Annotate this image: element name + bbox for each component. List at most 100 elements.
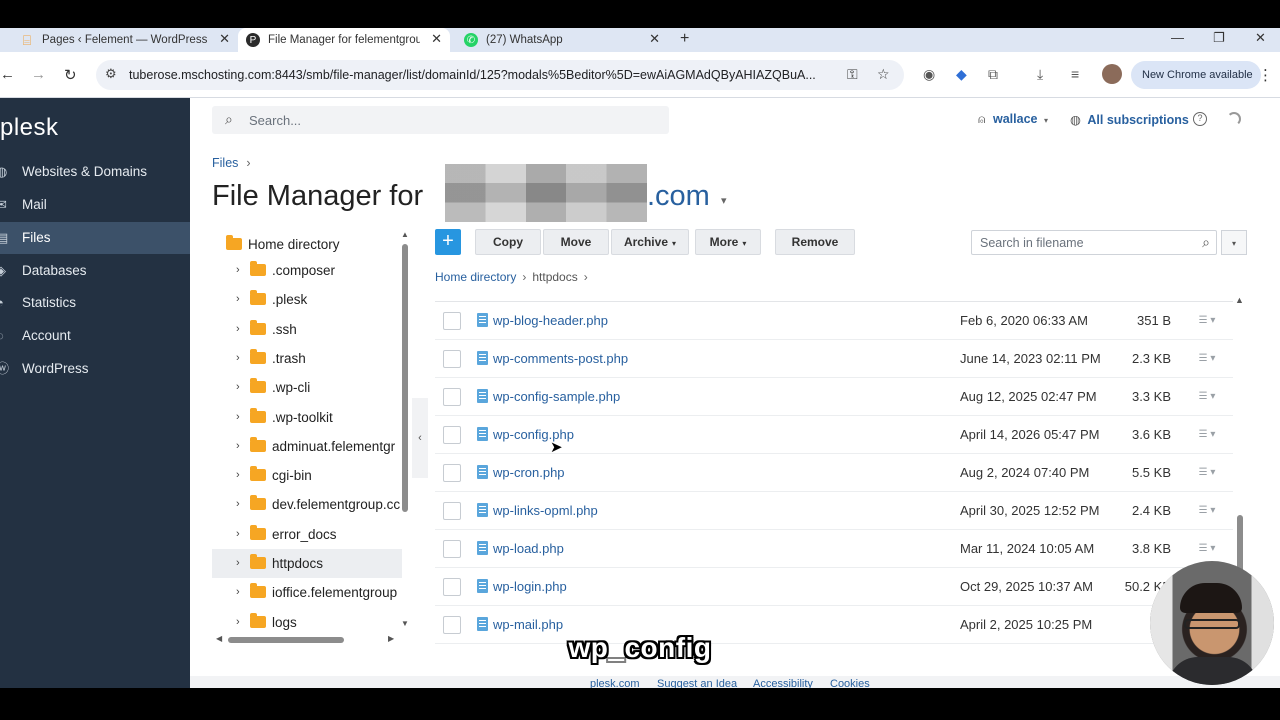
tree-item[interactable]: › ioffice.felementgroup bbox=[212, 578, 402, 607]
breadcrumb-files-link[interactable]: Files bbox=[212, 156, 238, 170]
file-name-link[interactable]: wp-links-opml.php bbox=[493, 503, 598, 518]
scroll-down-icon[interactable]: ▼ bbox=[401, 619, 409, 628]
chevron-down-icon[interactable]: ▾ bbox=[721, 194, 727, 207]
row-checkbox[interactable] bbox=[443, 350, 461, 368]
tree-item[interactable]: › cgi-bin bbox=[212, 461, 402, 490]
file-name-link[interactable]: wp-comments-post.php bbox=[493, 351, 628, 366]
sidebar-item-websites-domains[interactable]: ◍ Websites & Domains bbox=[0, 156, 190, 188]
tree-item-home[interactable]: Home directory bbox=[212, 230, 402, 259]
chevron-right-icon[interactable]: › bbox=[236, 578, 240, 607]
chevron-right-icon[interactable]: › bbox=[236, 520, 240, 549]
site-settings-icon[interactable]: ⚙ bbox=[105, 66, 117, 82]
chevron-right-icon[interactable]: › bbox=[236, 549, 240, 578]
close-icon[interactable]: ✕ bbox=[649, 31, 660, 47]
extensions-puzzle-icon[interactable]: ⧉ bbox=[988, 66, 998, 83]
file-row[interactable]: wp-load.php Mar 11, 2024 10:05 AM 3.8 KB ☰ … bbox=[435, 530, 1233, 568]
row-menu-icon[interactable]: ☰ ▾ bbox=[1188, 540, 1226, 558]
browser-tab-wordpress[interactable]: ⌸ Pages ‹ Felement — WordPress ✕ bbox=[20, 28, 238, 52]
add-button[interactable]: + bbox=[435, 229, 461, 255]
tree-item[interactable]: › dev.felementgroup.cc bbox=[212, 490, 402, 519]
row-checkbox[interactable] bbox=[443, 502, 461, 520]
search-options-dropdown[interactable]: ▾ bbox=[1221, 230, 1247, 255]
tree-item[interactable]: › adminuat.felementgr bbox=[212, 432, 402, 461]
scrollbar-thumb[interactable] bbox=[402, 244, 408, 512]
collapse-tree-button[interactable]: ‹ bbox=[412, 398, 428, 478]
close-window-icon[interactable]: ✕ bbox=[1255, 28, 1266, 48]
scroll-up-icon[interactable]: ▲ bbox=[401, 230, 409, 239]
file-name-link[interactable]: wp-config-sample.php bbox=[493, 389, 620, 404]
reload-icon[interactable]: ↻ bbox=[64, 66, 77, 84]
tree-item[interactable]: › .composer bbox=[212, 256, 402, 285]
tree-item[interactable]: › .ssh bbox=[212, 315, 402, 344]
global-search-input[interactable]: ⌕ Search... bbox=[212, 106, 669, 134]
close-icon[interactable]: ✕ bbox=[431, 31, 442, 47]
footer-link[interactable]: Cookies bbox=[830, 678, 870, 688]
file-row[interactable]: wp-cron.php Aug 2, 2024 07:40 PM 5.5 KB ☰ ▾ bbox=[435, 454, 1233, 492]
browser-tab-whatsapp[interactable]: ✆ (27) WhatsApp ✕ bbox=[458, 28, 668, 52]
close-icon[interactable]: ✕ bbox=[219, 31, 230, 47]
bookmark-star-icon[interactable]: ☆ bbox=[877, 66, 890, 83]
row-menu-icon[interactable]: ☰ ▾ bbox=[1188, 426, 1226, 444]
browser-menu-icon[interactable]: ⋮ bbox=[1258, 66, 1273, 84]
chevron-right-icon[interactable]: › bbox=[236, 256, 240, 285]
more-button[interactable]: More ▾ bbox=[695, 229, 761, 255]
row-checkbox[interactable] bbox=[443, 464, 461, 482]
chevron-right-icon[interactable]: › bbox=[236, 403, 240, 432]
tree-item[interactable]: › .wp-cli bbox=[212, 373, 402, 402]
tree-item[interactable]: › .wp-toolkit bbox=[212, 403, 402, 432]
scroll-up-icon[interactable]: ▲ bbox=[1235, 295, 1244, 305]
chevron-right-icon[interactable]: › bbox=[236, 432, 240, 461]
file-name-link[interactable]: wp-load.php bbox=[493, 541, 564, 556]
new-tab-icon[interactable]: + bbox=[680, 28, 689, 50]
file-name-link[interactable]: wp-blog-header.php bbox=[493, 313, 608, 328]
sidebar-item-files[interactable]: ▤ Files bbox=[0, 222, 190, 254]
user-menu[interactable]: ⍝ wallace ▾ bbox=[978, 112, 1048, 127]
row-checkbox[interactable] bbox=[443, 312, 461, 330]
tree-vertical-scrollbar[interactable]: ▲ ▼ bbox=[400, 230, 410, 638]
row-menu-icon[interactable]: ☰ ▾ bbox=[1188, 350, 1226, 368]
domain-tld[interactable]: .com bbox=[647, 180, 710, 213]
file-name-link[interactable]: wp-cron.php bbox=[493, 465, 565, 480]
file-row[interactable]: wp-links-opml.php April 30, 2025 12:52 PM… bbox=[435, 492, 1233, 530]
filename-search-input[interactable]: Search in filename ⌕ bbox=[971, 230, 1217, 255]
tree-item[interactable]: › httpdocs bbox=[212, 549, 402, 578]
tree-item[interactable]: › .trash bbox=[212, 344, 402, 373]
copy-button[interactable]: Copy bbox=[475, 229, 541, 255]
footer-link[interactable]: Suggest an Idea bbox=[657, 678, 737, 688]
file-row[interactable]: wp-login.php Oct 29, 2025 10:37 AM 50.2 KB… bbox=[435, 568, 1233, 606]
file-name-link[interactable]: wp-mail.php bbox=[493, 617, 563, 632]
file-row[interactable]: wp-config-sample.php Aug 12, 2025 02:47 P… bbox=[435, 378, 1233, 416]
chevron-right-icon[interactable]: › bbox=[236, 285, 240, 314]
chevron-right-icon[interactable]: › bbox=[236, 344, 240, 373]
sidebar-item-databases[interactable]: ◈ Databases bbox=[0, 255, 190, 287]
download-icon[interactable]: ⤓ bbox=[1037, 66, 1043, 83]
restore-icon[interactable]: ❐ bbox=[1213, 28, 1225, 48]
footer-link[interactable]: plesk.com bbox=[590, 678, 640, 688]
path-home-link[interactable]: Home directory bbox=[435, 270, 516, 284]
chevron-right-icon[interactable]: › bbox=[236, 373, 240, 402]
all-subscriptions-link[interactable]: ◍ All subscriptions bbox=[1070, 112, 1189, 127]
row-checkbox[interactable] bbox=[443, 578, 461, 596]
camera-icon[interactable]: ◉ bbox=[923, 66, 935, 83]
footer-link[interactable]: Accessibility bbox=[753, 678, 813, 688]
password-key-icon[interactable]: ⚿ bbox=[847, 66, 858, 83]
tree-item[interactable]: › error_docs bbox=[212, 520, 402, 549]
row-checkbox[interactable] bbox=[443, 426, 461, 444]
row-menu-icon[interactable]: ☰ ▾ bbox=[1188, 464, 1226, 482]
remove-button[interactable]: Remove bbox=[775, 229, 855, 255]
browser-tab-file-manager[interactable]: P File Manager for felementgrou ✕ bbox=[238, 28, 450, 52]
back-icon[interactable]: ← bbox=[0, 66, 15, 83]
address-bar[interactable]: ⚙ tuberose.mschosting.com:8443/smb/file-… bbox=[96, 60, 904, 90]
extension-tag-icon[interactable]: ◆ bbox=[956, 66, 967, 83]
search-icon[interactable]: ⌕ bbox=[1202, 234, 1210, 251]
tree-item[interactable]: › .plesk bbox=[212, 285, 402, 314]
file-row[interactable]: wp-comments-post.php June 14, 2023 02:11 … bbox=[435, 340, 1233, 378]
row-menu-icon[interactable]: ☰ ▾ bbox=[1188, 388, 1226, 406]
sidebar-item-account[interactable]: ◌ Account bbox=[0, 320, 190, 352]
archive-button[interactable]: Archive ▾ bbox=[611, 229, 689, 255]
row-checkbox[interactable] bbox=[443, 540, 461, 558]
sidebar-item-wordpress[interactable]: ⓦ WordPress bbox=[0, 353, 190, 385]
profile-avatar[interactable] bbox=[1102, 64, 1122, 84]
chevron-right-icon[interactable]: › bbox=[236, 490, 240, 519]
media-control-icon[interactable]: ≡ bbox=[1071, 66, 1079, 82]
